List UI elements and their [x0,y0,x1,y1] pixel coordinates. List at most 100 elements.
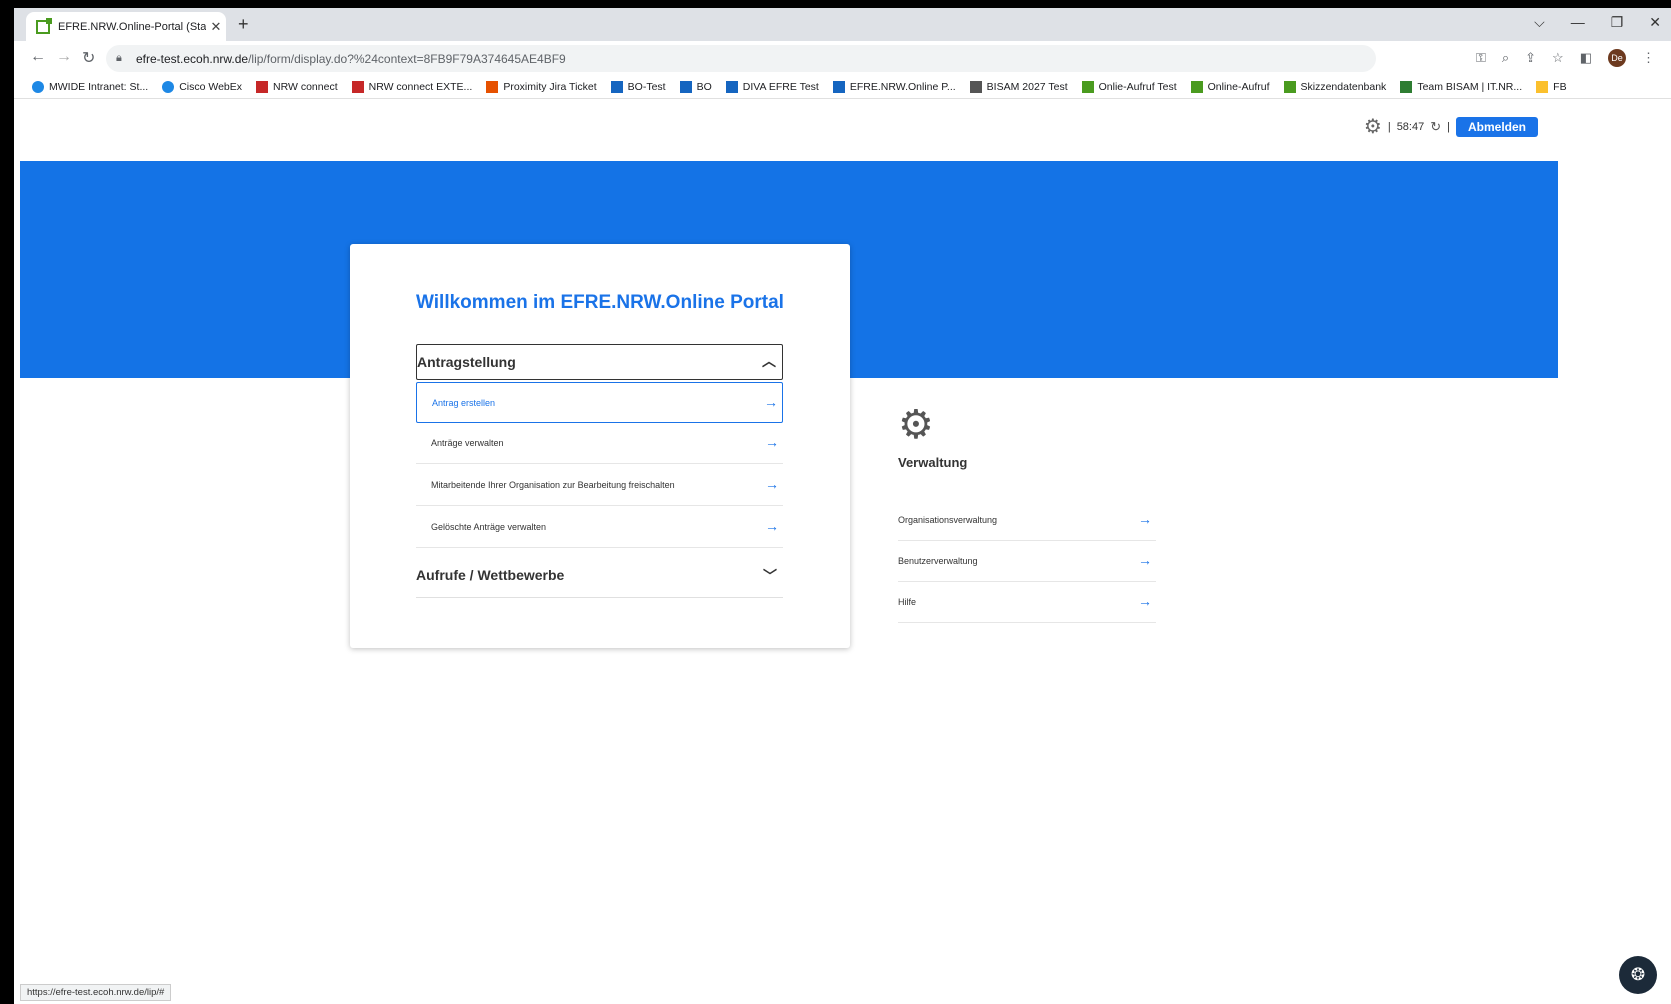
link-label: Anträge verwalten [431,438,504,448]
address-bar[interactable]: 🔒︎ efre-test.ecoh.nrw.de/lip/form/displa… [106,45,1376,72]
bookmark-item[interactable]: Skizzendatenbank [1283,80,1387,93]
bookmark-item[interactable]: Team BISAM | IT.NR... [1400,80,1523,93]
bookmark-item[interactable]: DIVA EFRE Test [725,80,819,93]
arrow-right-icon: → [765,518,779,534]
star-icon[interactable]: ☆ [1552,50,1564,66]
bookmark-favicon-icon [162,80,175,93]
bookmark-favicon-icon [832,80,845,93]
minimize-button[interactable]: — [1571,14,1585,31]
welcome-card: Willkommen im EFRE.NRW.Online Portal Ant… [350,244,850,648]
bookmark-item[interactable]: NRW connect EXTE... [351,80,473,93]
welcome-title: Willkommen im EFRE.NRW.Online Portal [416,292,784,313]
zoom-icon[interactable]: ⌕ [1502,50,1509,66]
browser-tab[interactable]: EFRE.NRW.Online-Portal (Startseite) ✕ [26,12,226,41]
bookmark-label: Skizzendatenbank [1300,80,1387,93]
share-icon[interactable]: ⇪ [1525,50,1536,66]
bookmark-item[interactable]: BO-Test [610,80,666,93]
side-panel-icon[interactable]: ◧ [1580,50,1592,66]
bookmark-favicon-icon [351,80,364,93]
bookmark-item[interactable]: Proximity Jira Ticket [486,80,597,93]
arrow-right-icon: → [1138,511,1152,527]
profile-avatar[interactable]: De [1608,49,1626,67]
bookmark-favicon-icon [679,80,692,93]
admin-section: ⚙ Verwaltung Organisationsverwaltung → B… [898,405,1156,623]
bookmark-item[interactable]: Onlie-Aufruf Test [1081,80,1177,93]
link-geloeschte-antraege[interactable]: Gelöschte Anträge verwalten → [416,507,783,548]
bookmark-label: Team BISAM | IT.NR... [1417,80,1523,93]
bookmark-label: EFRE.NRW.Online P... [849,80,956,93]
tab-search-icon[interactable]: ⌵ [1534,14,1545,31]
back-arrow-icon[interactable]: ← [30,48,46,66]
bookmark-item[interactable]: BO [679,80,712,93]
admin-title: Verwaltung [898,455,968,470]
reload-icon[interactable]: ↻ [82,48,95,68]
status-bar-url: https://efre-test.ecoh.nrw.de/lip/# [20,984,172,1001]
bookmark-label: BO-Test [627,80,666,93]
tab-strip: EFRE.NRW.Online-Portal (Startseite) ✕ + … [14,8,1671,41]
bookmark-item[interactable]: Cisco WebEx [162,80,243,93]
link-antraege-verwalten[interactable]: Anträge verwalten → [416,423,783,464]
bookmark-favicon-icon [1400,80,1413,93]
link-label: Antrag erstellen [432,397,496,408]
link-label: Hilfe [898,597,917,607]
new-tab-button[interactable]: + [238,14,249,35]
bookmark-favicon-icon [32,80,44,93]
link-hilfe[interactable]: Hilfe → [898,582,1156,623]
bookmark-favicon-icon [725,80,738,93]
link-mitarbeitende-freischalten[interactable]: Mitarbeitende Ihrer Organisation zur Bea… [416,465,783,506]
close-window-button[interactable]: ✕ [1649,14,1661,31]
link-label: Mitarbeitende Ihrer Organisation zur Bea… [431,480,675,490]
link-label: Benutzerverwaltung [898,556,978,566]
bookmark-item[interactable]: Online-Aufruf [1190,80,1270,93]
header-controls: ⚙ | 58:47 ↻ | Abmelden [1364,114,1538,139]
bookmark-item[interactable]: EFRE.NRW.Online P... [832,80,956,93]
forward-arrow-icon[interactable]: → [56,48,72,66]
link-antrag-erstellen[interactable]: Antrag erstellen → [416,382,783,423]
accordion-title: Aufrufe / Wettbewerbe [416,566,565,583]
settings-gear-icon[interactable]: ⚙ [1364,114,1382,139]
arrow-right-icon: → [765,434,779,450]
bookmark-favicon-icon [969,80,982,93]
accordion-aufrufe-wettbewerbe[interactable]: Aufrufe / Wettbewerbe ﹀ [416,552,783,598]
bookmark-label: NRW connect EXTE... [368,80,473,93]
key-icon[interactable]: ⚿ [1476,50,1486,66]
bookmark-label: BO [696,80,712,93]
link-organisationsverwaltung[interactable]: Organisationsverwaltung → [898,500,1156,541]
accordion-title: Antragstellung [417,354,516,370]
chat-assistant-button[interactable]: ❂ [1619,956,1657,994]
bookmarks-bar: MWIDE Intranet: St... Cisco WebEx NRW conn… [14,75,1671,99]
refresh-session-icon[interactable]: ↻ [1430,119,1441,135]
menu-icon[interactable]: ⋮ [1642,50,1655,66]
bookmark-label: DIVA EFRE Test [742,80,819,93]
link-label: Organisationsverwaltung [898,515,998,525]
portal-favicon-icon [36,17,52,34]
bookmark-item[interactable]: NRW connect [256,80,338,93]
url-path: /lip/form/display.do?%24context=8FB9F79A… [248,51,566,66]
arrow-right-icon: → [764,394,778,410]
accordion-antragstellung[interactable]: Antragstellung ︿ [416,344,783,380]
bookmark-favicon-icon [1081,80,1094,93]
gears-icon: ⚙ [898,403,934,447]
bookmark-favicon-icon [1283,80,1296,93]
bookmark-label: Cisco WebEx [179,80,243,93]
bookmark-item[interactable]: BISAM 2027 Test [969,80,1068,93]
bookmark-favicon-icon [256,80,269,93]
separator: | [1447,120,1450,133]
bookmark-label: Proximity Jira Ticket [503,80,597,93]
link-benutzerverwaltung[interactable]: Benutzerverwaltung → [898,541,1156,582]
logout-button[interactable]: Abmelden [1455,116,1538,137]
link-label: Gelöschte Anträge verwalten [431,522,547,532]
toolbar-actions: ⚿ ⌕ ⇪ ☆ ◧ De ⋮ [1476,49,1655,67]
session-timer: 58:47 [1396,120,1425,133]
arrow-right-icon: → [765,476,779,492]
restore-button[interactable]: ❐ [1611,14,1624,31]
bookmark-item[interactable]: MWIDE Intranet: St... [32,80,149,93]
arrow-right-icon: → [1138,552,1152,568]
bookmark-label: MWIDE Intranet: St... [49,80,149,93]
app-header: ⚙ | 58:47 ↻ | Abmelden [20,100,1558,161]
bookmark-label: NRW connect [273,80,338,93]
chevron-down-icon: ﹀ [763,568,777,584]
bookmark-item[interactable]: FB [1536,80,1567,93]
bookmark-favicon-icon [1190,80,1203,93]
tab-close-icon[interactable]: ✕ [206,19,226,35]
